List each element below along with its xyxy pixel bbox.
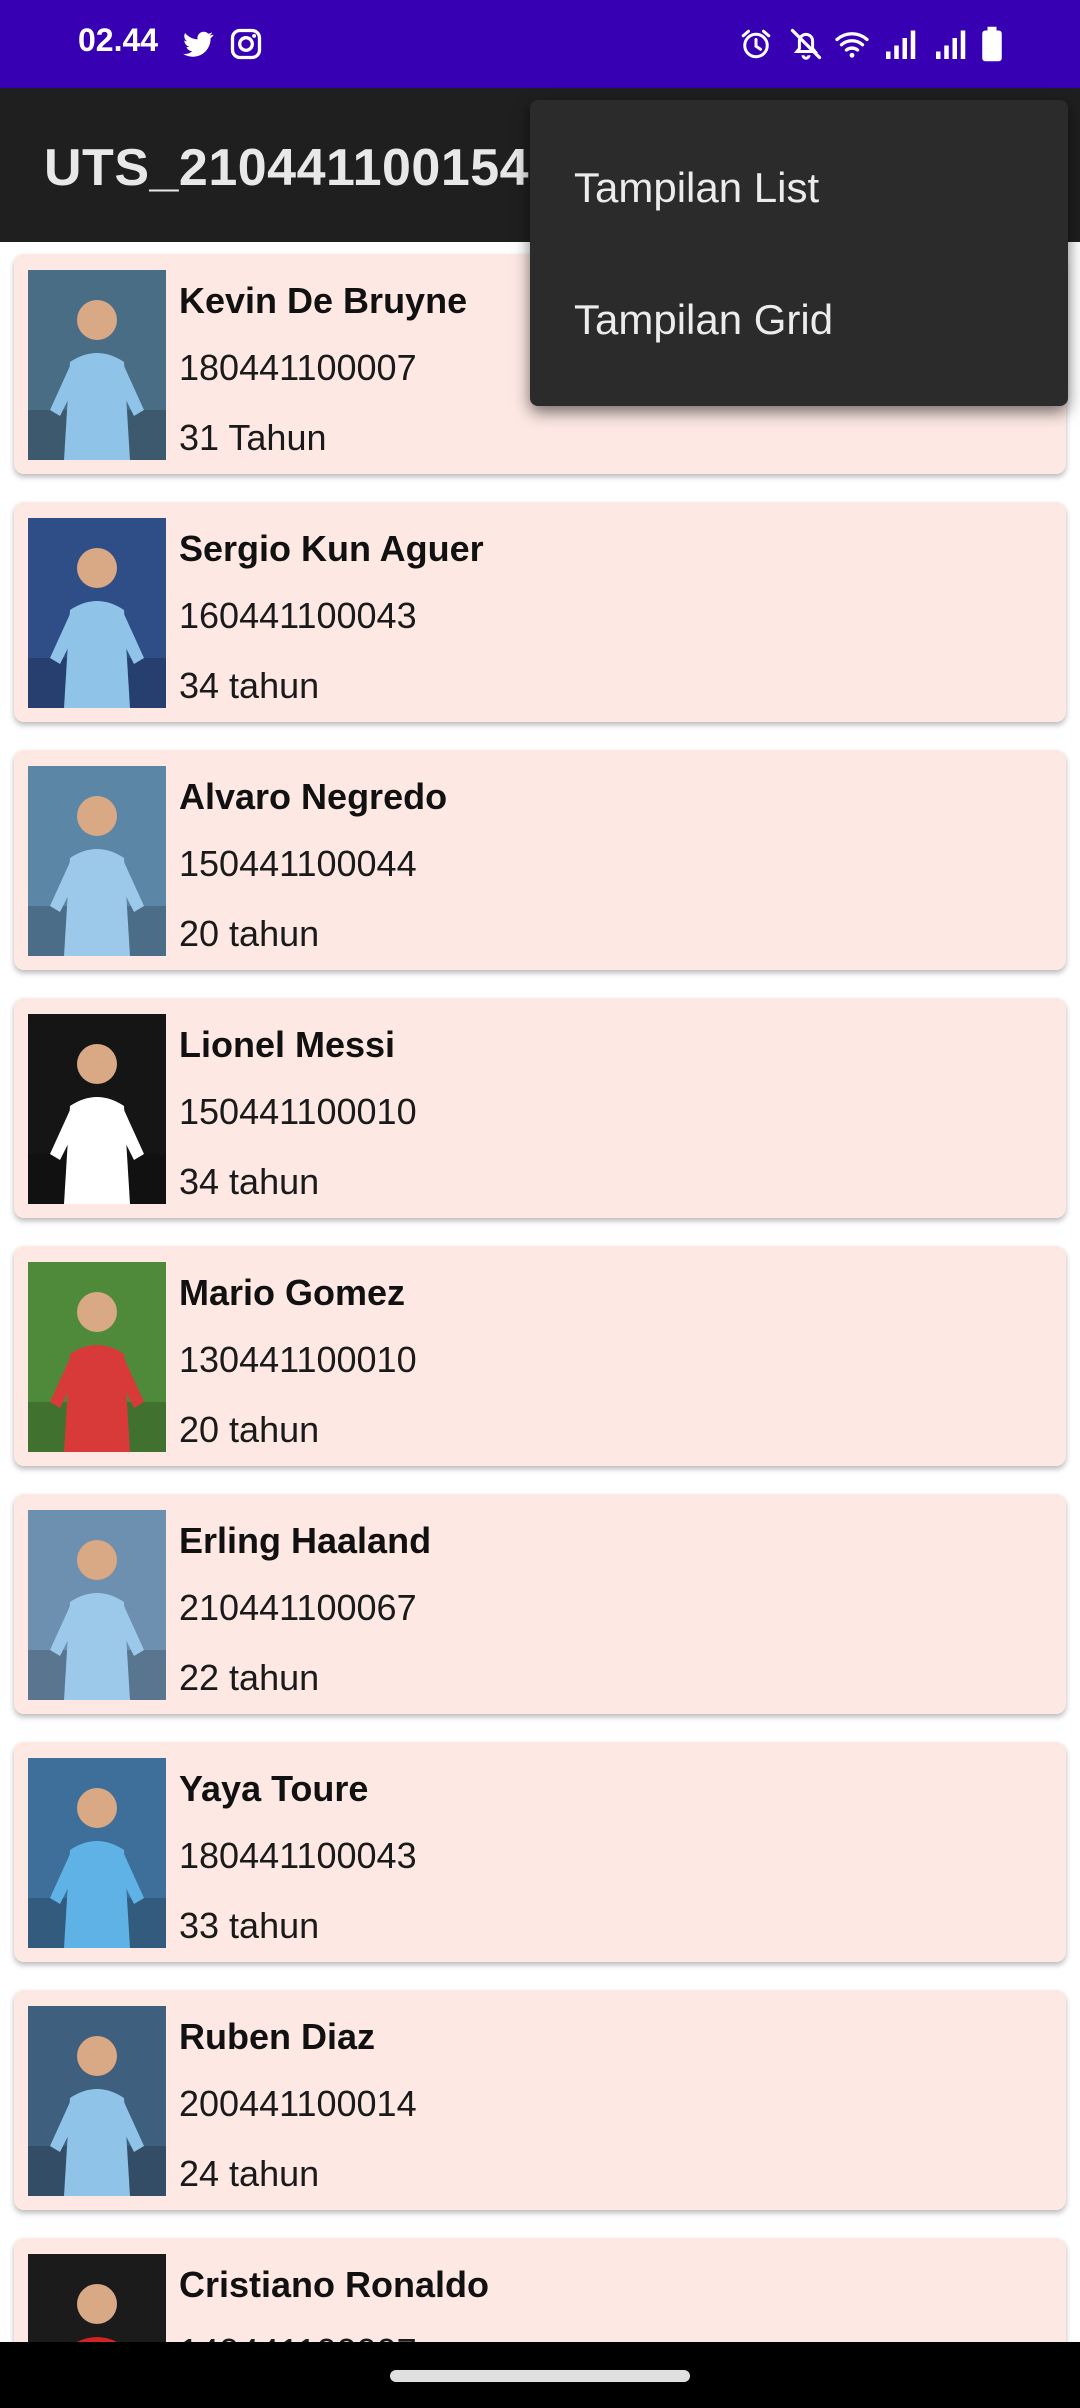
player-card[interactable]: Ruben Diaz 200441100014 24 tahun <box>14 1990 1066 2210</box>
signal-icon <box>936 30 966 59</box>
player-photo <box>28 1262 166 1452</box>
player-age: 34 tahun <box>179 1161 320 1202</box>
wifi-icon <box>835 32 869 58</box>
home-gesture-handle[interactable] <box>390 2370 690 2382</box>
player-photo <box>28 1758 166 1948</box>
player-nim: 200441100014 <box>179 2083 417 2124</box>
player-name: Lionel Messi <box>179 1024 396 1065</box>
player-card[interactable]: Yaya Toure 180441100043 33 tahun <box>14 1742 1066 1962</box>
navigation-bar <box>0 2342 1080 2408</box>
player-photo <box>28 2254 166 2342</box>
player-name: Cristiano Ronaldo <box>179 2264 490 2305</box>
menu-item-label: Tampilan Grid <box>574 296 834 343</box>
player-name: Ruben Diaz <box>179 2016 376 2057</box>
bell-off-icon <box>790 28 822 60</box>
player-photo <box>28 270 166 460</box>
player-age: 20 tahun <box>179 913 320 954</box>
menu-item-label: Tampilan List <box>574 164 820 211</box>
player-age: 20 tahun <box>179 1409 320 1450</box>
player-card[interactable]: Sergio Kun Aguer 160441100043 34 tahun <box>14 502 1066 722</box>
status-bar: 02.44 <box>0 0 1080 88</box>
menu-item-list-view[interactable]: Tampilan List <box>530 122 1068 254</box>
overflow-menu: Tampilan List Tampilan Grid <box>530 100 1068 406</box>
player-name: Erling Haaland <box>179 1520 432 1561</box>
player-card[interactable]: Alvaro Negredo 150441100044 20 tahun <box>14 750 1066 970</box>
player-nim: 180441100007 <box>179 347 417 388</box>
player-age: 33 tahun <box>179 1905 320 1946</box>
player-nim: 180441100043 <box>179 1835 417 1876</box>
player-nim: 150441100010 <box>179 1091 417 1132</box>
player-photo <box>28 1510 166 1700</box>
player-name: Yaya Toure <box>179 1768 369 1809</box>
player-card[interactable]: Mario Gomez 130441100010 20 tahun <box>14 1246 1066 1466</box>
player-nim: 160441100043 <box>179 595 417 636</box>
battery-icon <box>982 26 1002 62</box>
player-photo <box>28 2006 166 2196</box>
player-nim: 130441100010 <box>179 1339 417 1380</box>
player-age: 31 Tahun <box>179 417 327 458</box>
player-nim: 210441100067 <box>179 1587 417 1628</box>
alarm-icon <box>741 29 771 59</box>
player-name: Mario Gomez <box>179 1272 406 1313</box>
player-age: 22 tahun <box>179 1657 320 1698</box>
player-name: Kevin De Bruyne <box>179 280 468 321</box>
player-photo <box>28 766 166 956</box>
app-title: UTS_210441100154 <box>44 139 530 197</box>
status-time: 02.44 <box>78 22 159 58</box>
player-card[interactable]: Lionel Messi 150441100010 34 tahun <box>14 998 1066 1218</box>
menu-item-grid-view[interactable]: Tampilan Grid <box>530 254 1068 386</box>
player-age: 34 tahun <box>179 665 320 706</box>
player-card[interactable]: Cristiano Ronaldo 140441100007 <box>14 2238 1066 2342</box>
player-name: Sergio Kun Aguer <box>179 528 484 569</box>
signal-icon <box>886 30 916 59</box>
player-photo <box>28 518 166 708</box>
player-photo <box>28 1014 166 1204</box>
player-name: Alvaro Negredo <box>179 776 448 817</box>
player-card[interactable]: Erling Haaland 210441100067 22 tahun <box>14 1494 1066 1714</box>
instagram-icon <box>230 28 262 60</box>
player-nim: 140441100007 <box>179 2331 417 2342</box>
twitter-icon <box>183 31 214 57</box>
player-nim: 150441100044 <box>179 843 417 884</box>
player-list[interactable]: Kevin De Bruyne 180441100007 31 Tahun Sergi… <box>0 242 1080 2342</box>
player-age: 24 tahun <box>179 2153 320 2194</box>
